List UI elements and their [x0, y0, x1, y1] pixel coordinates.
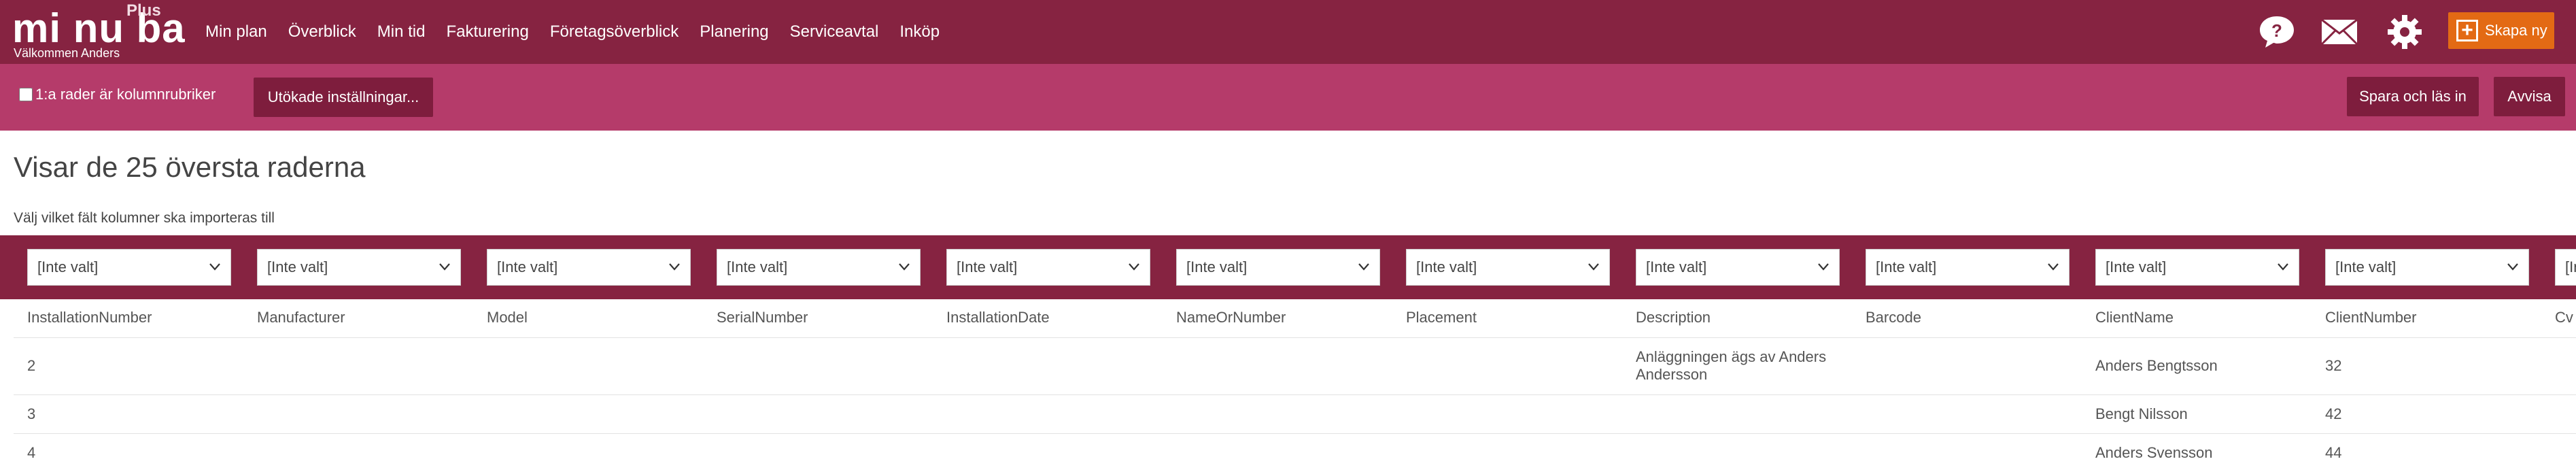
chevron-down-icon — [1129, 263, 1139, 271]
select-value: [Inte valt] — [1876, 258, 1937, 275]
table-cell: Bengt Nilsson — [2095, 405, 2188, 422]
column-field-select[interactable]: [Inte valt] — [2095, 249, 2299, 286]
page-subtitle: Välj vilket fält kolumner ska importeras… — [14, 210, 275, 226]
select-value: [Inte valt] — [1186, 258, 1248, 275]
main-nav: Min plan Överblick Min tid Fakturering F… — [205, 0, 961, 64]
top-navigation-bar: mi nu ba Plus Välkommen Anders Min plan … — [0, 0, 2576, 64]
select-value: [Inte valt] — [1416, 258, 1477, 275]
plus-icon: + — [2456, 20, 2478, 41]
select-value: [Inte valt] — [727, 258, 788, 275]
table-cell: 44 — [2325, 444, 2342, 461]
advanced-settings-button[interactable]: Utökade inställningar... — [254, 78, 433, 117]
column-field-select[interactable]: [Inte valt] — [2555, 249, 2576, 286]
chevron-down-icon — [1588, 263, 1599, 271]
column-header: Manufacturer — [257, 309, 345, 326]
column-field-select[interactable]: [Inte valt] — [946, 249, 1150, 286]
column-header: Model — [487, 309, 528, 326]
column-field-select[interactable]: [Inte valt] — [1636, 249, 1840, 286]
table-row: 4 Anders Svensson 44 — [14, 433, 2576, 472]
table-cell: 2 — [27, 357, 36, 374]
select-value: [Inte valt] — [1646, 258, 1707, 275]
table-cell: 3 — [27, 405, 36, 422]
table-cell: 32 — [2325, 357, 2342, 374]
nav-item-overblick[interactable]: Överblick — [288, 22, 356, 41]
reject-button[interactable]: Avvisa — [2494, 77, 2565, 116]
select-value: [Inte valt] — [2106, 258, 2167, 275]
header-row-option: 1:a rader är kolumnrubriker — [19, 86, 216, 103]
svg-text:?: ? — [2271, 20, 2282, 41]
column-header: Description — [1636, 309, 1711, 326]
logo-plus-label: Plus — [126, 1, 161, 20]
table-cell: Anders Bengtsson — [2095, 357, 2218, 374]
column-header: SerialNumber — [717, 309, 808, 326]
chevron-down-icon — [2507, 263, 2518, 271]
nav-item-fakturering[interactable]: Fakturering — [446, 22, 528, 41]
header-row-checkbox[interactable] — [19, 88, 33, 101]
chevron-down-icon — [209, 263, 220, 271]
table-header-row: InstallationNumber Manufacturer Model Seria… — [14, 299, 2576, 338]
chevron-down-icon — [439, 263, 450, 271]
table-cell: Anders Svensson — [2095, 444, 2213, 461]
select-value: [Inte valt] — [37, 258, 99, 275]
column-header: ClientName — [2095, 309, 2174, 326]
chevron-down-icon — [669, 263, 680, 271]
table-row: 2 Anläggningen ägs av Anders Andersson And… — [14, 337, 2576, 395]
column-header: NameOrNumber — [1176, 309, 1286, 326]
table-cell: 42 — [2325, 405, 2342, 422]
nav-item-inkop[interactable]: Inköp — [899, 22, 940, 41]
select-value: [Inte valt] — [2565, 258, 2576, 275]
chevron-down-icon — [1818, 263, 1829, 271]
column-header: InstallationNumber — [27, 309, 152, 326]
create-new-label: Skapa ny — [2485, 22, 2547, 39]
chevron-down-icon — [2278, 263, 2288, 271]
chevron-down-icon — [1358, 263, 1369, 271]
page-title: Visar de 25 översta raderna — [14, 151, 366, 183]
column-field-select[interactable]: [Inte valt] — [27, 249, 231, 286]
column-field-select[interactable]: [Inte valt] — [717, 249, 921, 286]
nav-item-min-plan[interactable]: Min plan — [205, 22, 267, 41]
gear-icon[interactable] — [2385, 13, 2424, 51]
column-field-select[interactable]: [Inte valt] — [1866, 249, 2070, 286]
header-row-checkbox-label[interactable]: 1:a rader är kolumnrubriker — [35, 86, 216, 103]
table-row: 3 Bengt Nilsson 42 — [14, 394, 2576, 434]
column-header: Cv — [2555, 309, 2573, 326]
column-field-select[interactable]: [Inte valt] — [1176, 249, 1380, 286]
nav-item-planering[interactable]: Planering — [700, 22, 768, 41]
mail-icon[interactable] — [2320, 13, 2359, 51]
select-value: [Inte valt] — [2335, 258, 2397, 275]
minuba-logo[interactable]: mi nu ba Plus Välkommen Anders — [12, 1, 185, 60]
table-cell: Anläggningen ägs av Anders Andersson — [1636, 348, 1827, 383]
select-value: [Inte valt] — [957, 258, 1018, 275]
nav-item-foretagsoverblick[interactable]: Företagsöverblick — [550, 22, 679, 41]
column-header: Placement — [1406, 309, 1477, 326]
chevron-down-icon — [899, 263, 910, 271]
column-field-select[interactable]: [Inte valt] — [487, 249, 691, 286]
chevron-down-icon — [2048, 263, 2059, 271]
column-header: ClientNumber — [2325, 309, 2417, 326]
save-and-load-button[interactable]: Spara och läs in — [2347, 77, 2479, 116]
welcome-text: Välkommen Anders — [14, 46, 120, 60]
preview-table: InstallationNumber Manufacturer Model Seria… — [14, 299, 2576, 472]
select-value: [Inte valt] — [267, 258, 328, 275]
column-header: InstallationDate — [946, 309, 1050, 326]
column-header: Barcode — [1866, 309, 1921, 326]
table-cell: 4 — [27, 444, 36, 461]
column-field-select[interactable]: [Inte valt] — [257, 249, 461, 286]
create-new-button[interactable]: + Skapa ny — [2448, 12, 2554, 49]
nav-item-min-tid[interactable]: Min tid — [377, 22, 426, 41]
select-value: [Inte valt] — [497, 258, 558, 275]
column-field-select[interactable]: [Inte valt] — [2325, 249, 2529, 286]
help-bubble-icon[interactable]: ? — [2257, 13, 2297, 51]
column-field-select[interactable]: [Inte valt] — [1406, 249, 1610, 286]
nav-item-serviceavtal[interactable]: Serviceavtal — [790, 22, 879, 41]
column-mapping-selects: [Inte valt] [Inte valt] [Inte valt] [Inte v… — [0, 235, 2576, 299]
